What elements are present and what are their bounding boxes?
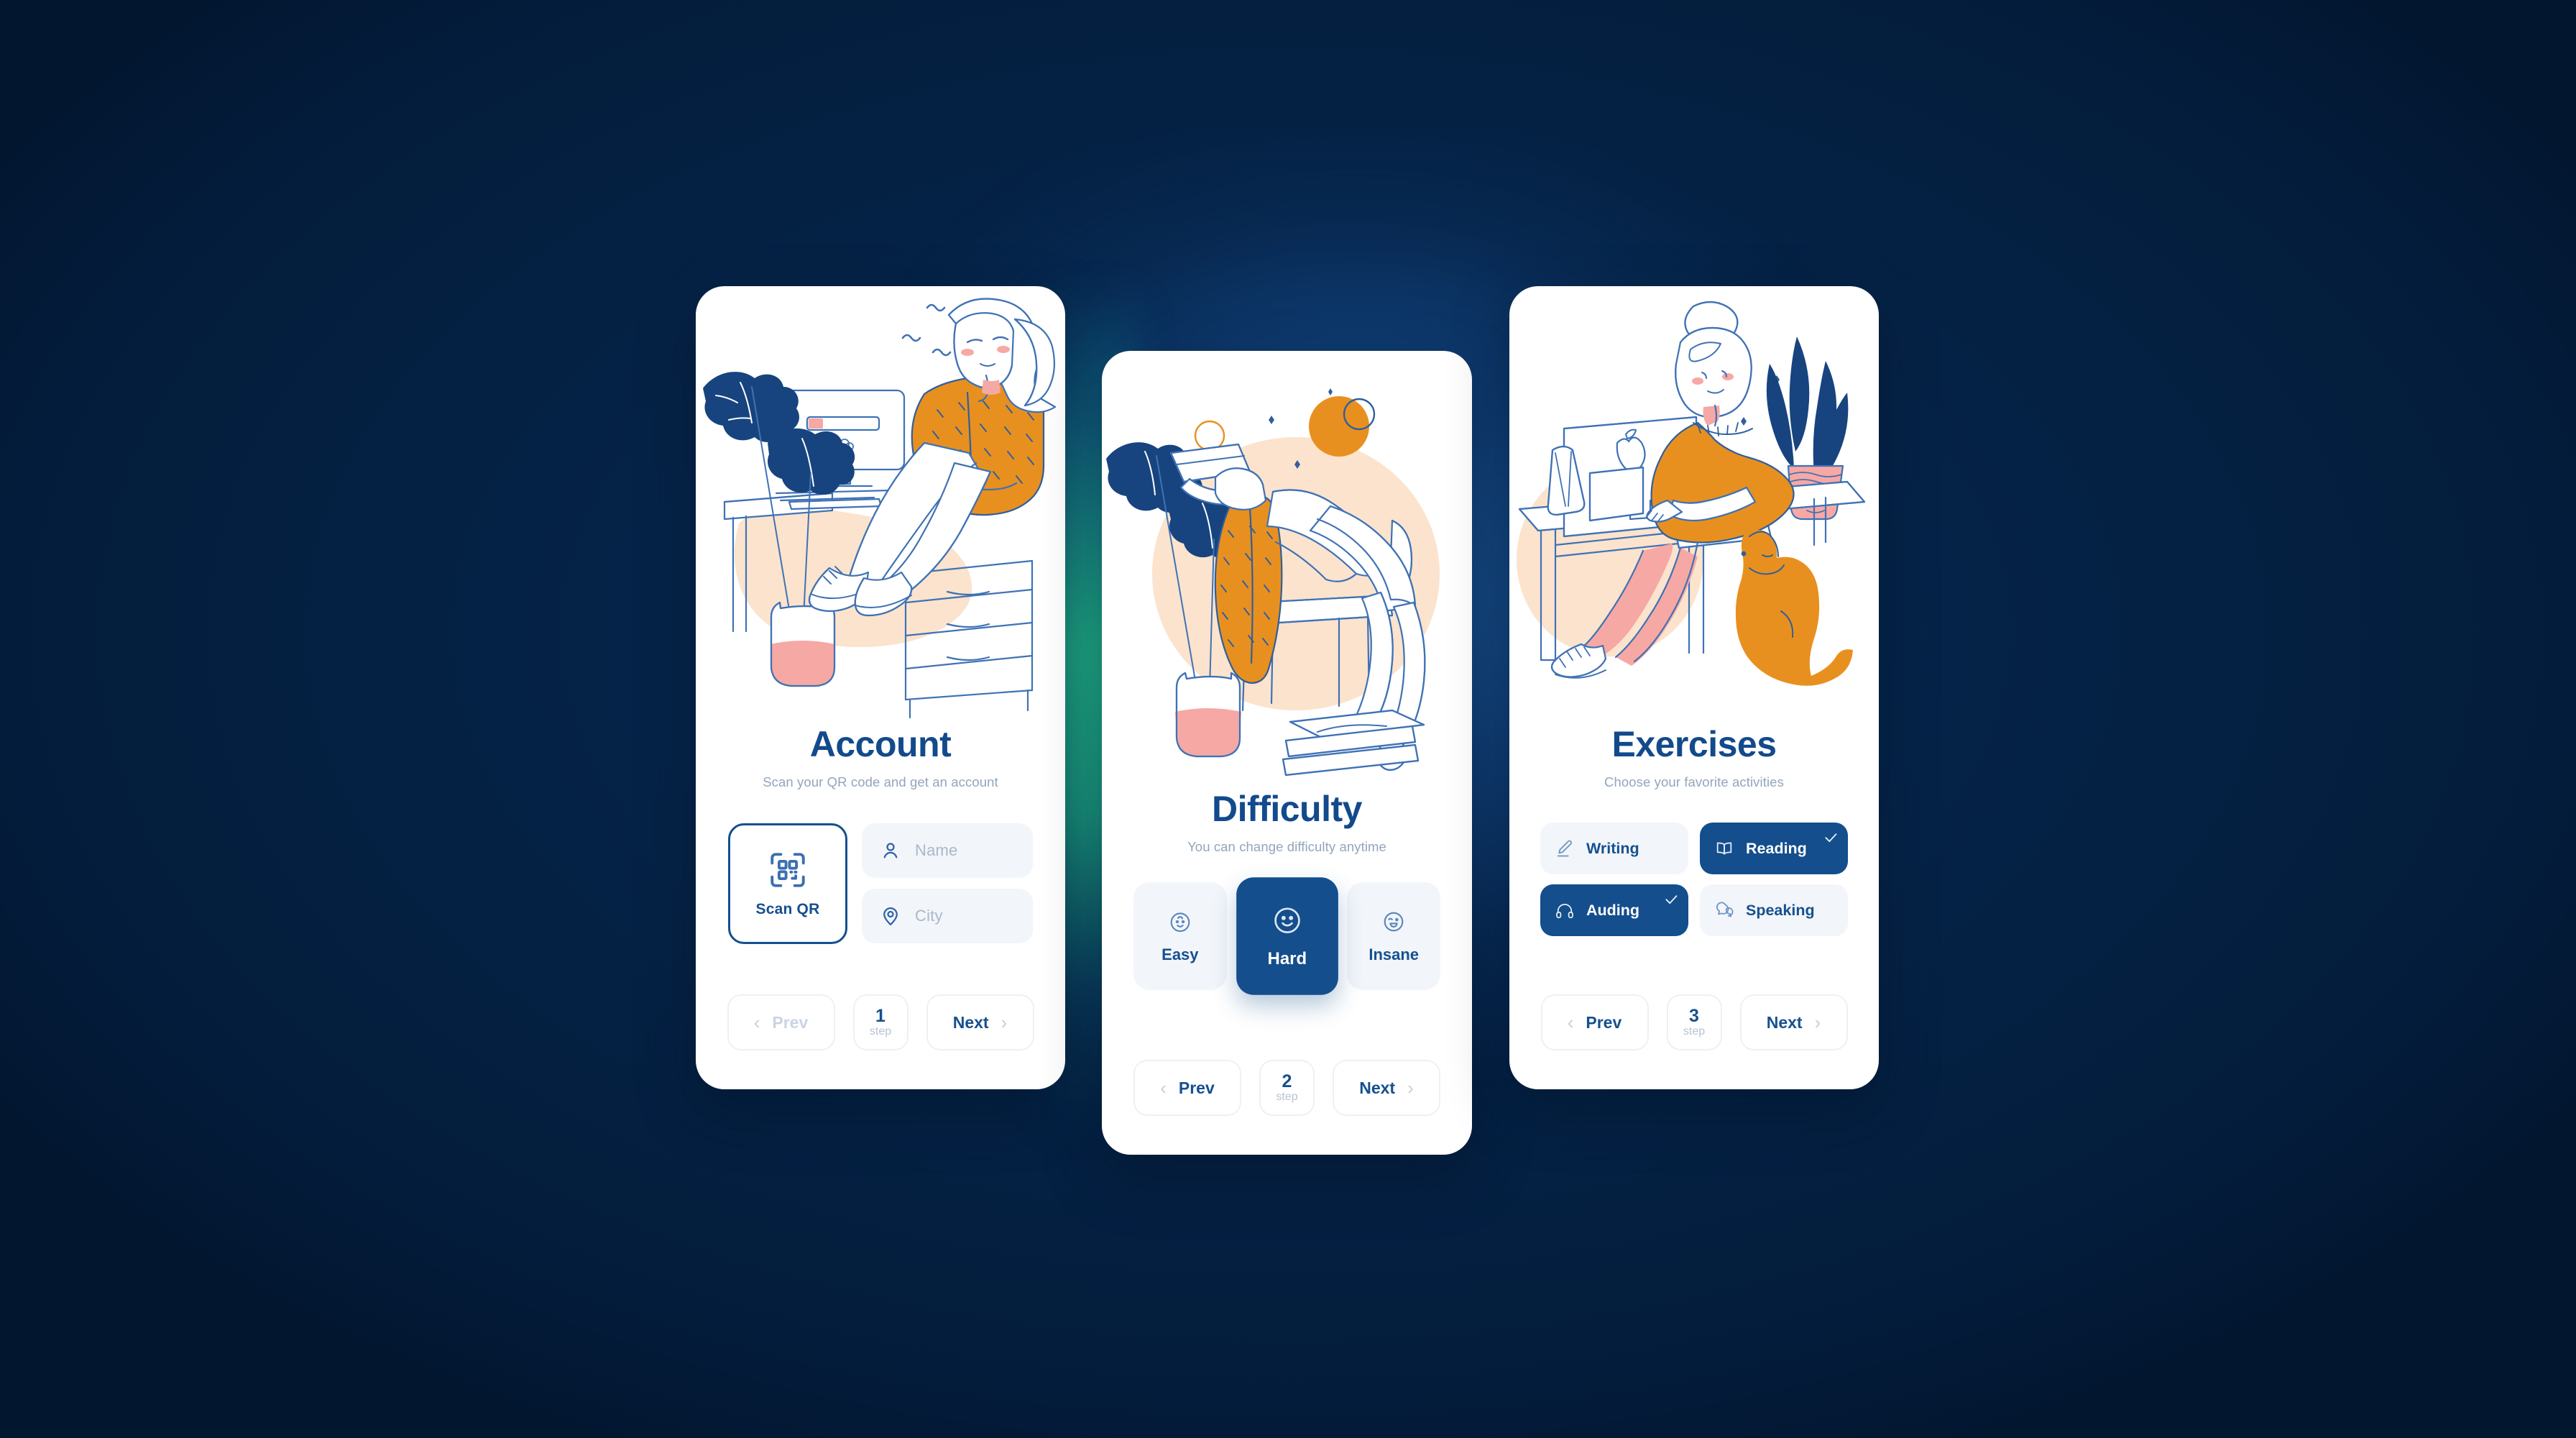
- difficulty-label: Easy: [1162, 945, 1199, 963]
- next-label: Next: [1359, 1078, 1396, 1097]
- chevron-right-icon: ›: [1000, 1012, 1008, 1033]
- illustration-account: [696, 286, 1065, 726]
- activity-chip-auding[interactable]: Auding: [1540, 884, 1688, 936]
- baby-face-icon: [1167, 909, 1193, 935]
- prev-label: Prev: [772, 1012, 809, 1032]
- step-word: step: [869, 1025, 892, 1038]
- activity-chip-speaking[interactable]: Speaking: [1700, 884, 1848, 936]
- step-number: 1: [875, 1006, 886, 1027]
- difficulty-option-insane[interactable]: Insane: [1347, 882, 1441, 990]
- check-icon: [1823, 831, 1838, 846]
- location-pin-icon: [880, 905, 901, 927]
- page-subtitle: You can change difficulty anytime: [1187, 839, 1386, 854]
- prev-label: Prev: [1586, 1012, 1622, 1032]
- activity-chip-reading[interactable]: Reading: [1700, 823, 1848, 874]
- step-word: step: [1276, 1091, 1298, 1104]
- next-button[interactable]: Next ›: [926, 994, 1034, 1050]
- chevron-right-icon: ›: [1407, 1077, 1414, 1099]
- difficulty-label: Insane: [1368, 945, 1420, 963]
- next-button[interactable]: Next ›: [1333, 1060, 1440, 1116]
- check-icon: [1664, 893, 1678, 907]
- scan-qr-button[interactable]: Scan QR: [728, 823, 847, 944]
- activity-label: Writing: [1586, 839, 1639, 857]
- next-label: Next: [952, 1012, 989, 1032]
- chevron-left-icon: ‹: [1160, 1077, 1167, 1099]
- chevron-right-icon: ›: [1814, 1012, 1821, 1033]
- chevron-left-icon: ‹: [1567, 1012, 1574, 1033]
- page-title: Exercises: [1611, 724, 1777, 764]
- pencil-icon: [1555, 838, 1575, 858]
- step-badge: 2 step: [1259, 1060, 1315, 1116]
- activity-label: Reading: [1746, 839, 1807, 857]
- activity-options: Writing Reading Auding Speaking: [1540, 823, 1848, 936]
- difficulty-option-easy[interactable]: Easy: [1133, 882, 1227, 990]
- headphones-icon: [1555, 900, 1575, 920]
- chat-bubbles-icon: [1714, 900, 1734, 920]
- step-number: 3: [1689, 1006, 1699, 1027]
- next-label: Next: [1766, 1012, 1803, 1032]
- account-form-row: Scan QR Name City: [728, 823, 1033, 944]
- user-icon: [880, 840, 901, 861]
- page-subtitle: Choose your favorite activities: [1604, 774, 1784, 789]
- onboarding-card-difficulty: Difficulty You can change difficulty any…: [1102, 351, 1472, 1155]
- prev-button[interactable]: ‹ Prev: [1133, 1060, 1241, 1116]
- laughing-face-icon: [1381, 909, 1407, 935]
- account-input-group: Name City: [862, 823, 1033, 944]
- name-input[interactable]: Name: [915, 841, 958, 860]
- wizard-nav: ‹ Prev 3 step Next ›: [1540, 994, 1848, 1050]
- open-book-icon: [1714, 838, 1734, 858]
- prev-button[interactable]: ‹ Prev: [727, 994, 835, 1050]
- page-title: Account: [809, 724, 952, 764]
- difficulty-options: Easy Hard Insane: [1133, 877, 1441, 995]
- step-word: step: [1683, 1025, 1706, 1038]
- smiley-face-icon: [1271, 904, 1304, 937]
- name-field[interactable]: Name: [862, 823, 1033, 878]
- step-badge: 3 step: [1666, 994, 1722, 1050]
- page-title: Difficulty: [1212, 789, 1362, 829]
- onboarding-card-account: Account Scan your QR code and get an acc…: [696, 286, 1065, 1089]
- wizard-nav: ‹ Prev 2 step Next ›: [1133, 1060, 1440, 1116]
- prev-button[interactable]: ‹ Prev: [1540, 994, 1649, 1050]
- illustration-difficulty: [1102, 351, 1472, 791]
- onboarding-card-exercises: Exercises Choose your favorite activitie…: [1509, 286, 1879, 1089]
- city-field[interactable]: City: [862, 889, 1033, 943]
- prev-label: Prev: [1178, 1078, 1215, 1097]
- chevron-left-icon: ‹: [753, 1012, 760, 1033]
- activity-chip-writing[interactable]: Writing: [1540, 823, 1688, 874]
- activity-label: Speaking: [1746, 901, 1815, 919]
- step-badge: 1 step: [852, 994, 908, 1050]
- next-button[interactable]: Next ›: [1739, 994, 1848, 1050]
- difficulty-label: Hard: [1267, 948, 1307, 968]
- illustration-exercises: [1509, 286, 1879, 726]
- city-input[interactable]: City: [915, 907, 943, 925]
- activity-label: Auding: [1586, 901, 1640, 919]
- page-subtitle: Scan your QR code and get an account: [763, 774, 998, 789]
- qr-scan-icon: [767, 849, 809, 891]
- scan-qr-label: Scan QR: [755, 901, 820, 917]
- wizard-nav: ‹ Prev 1 step Next ›: [727, 994, 1034, 1050]
- step-number: 2: [1282, 1071, 1292, 1092]
- difficulty-option-hard[interactable]: Hard: [1236, 877, 1338, 995]
